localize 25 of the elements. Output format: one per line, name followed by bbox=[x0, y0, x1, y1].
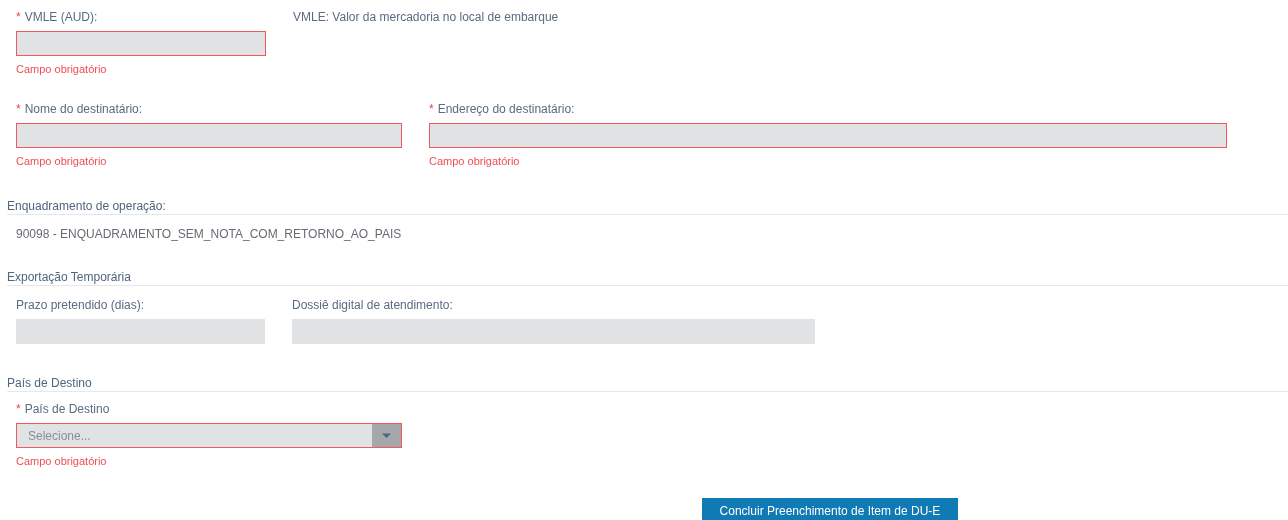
input-field[interactable] bbox=[429, 123, 1227, 148]
caret-icon bbox=[372, 424, 401, 447]
required-marker: * bbox=[16, 401, 21, 417]
required-marker: * bbox=[16, 9, 21, 25]
submit-button[interactable]: Concluir Preenchimento de Item de DU-E bbox=[702, 498, 958, 520]
operation-value: 90098 - ENQUADRAMENTO_SEM_NOTA_COM_RETORNO_AO_PAIS bbox=[15, 226, 403, 242]
error-message: Campo obrigatório bbox=[16, 62, 108, 76]
field-label: Endereço do destinatário: bbox=[437, 101, 575, 117]
field-label: VMLE (AUD): bbox=[24, 9, 98, 25]
section-heading: País de Destino bbox=[7, 375, 1288, 392]
field-label: Dossiê digital de atendimento: bbox=[292, 297, 453, 313]
required-marker: * bbox=[16, 101, 21, 117]
field-note: VMLE: Valor da mercadoria no local de embarque bbox=[293, 9, 559, 26]
section-heading: Enquadramento de operação: bbox=[7, 198, 1288, 215]
field-label: Prazo pretendido (dias): bbox=[16, 297, 145, 313]
field-label: País de Destino bbox=[24, 401, 110, 417]
field-label: Nome do destinatário: bbox=[24, 101, 143, 117]
input-field[interactable] bbox=[16, 123, 402, 148]
required-marker: * bbox=[429, 101, 434, 117]
error-message: Campo obrigatório bbox=[16, 154, 108, 168]
input-field[interactable] bbox=[16, 31, 266, 56]
error-message: Campo obrigatório bbox=[16, 454, 108, 468]
section-heading: Exportação Temporária bbox=[7, 269, 1288, 286]
country-select[interactable]: Selecione... bbox=[16, 423, 402, 448]
error-message: Campo obrigatório bbox=[429, 154, 521, 168]
